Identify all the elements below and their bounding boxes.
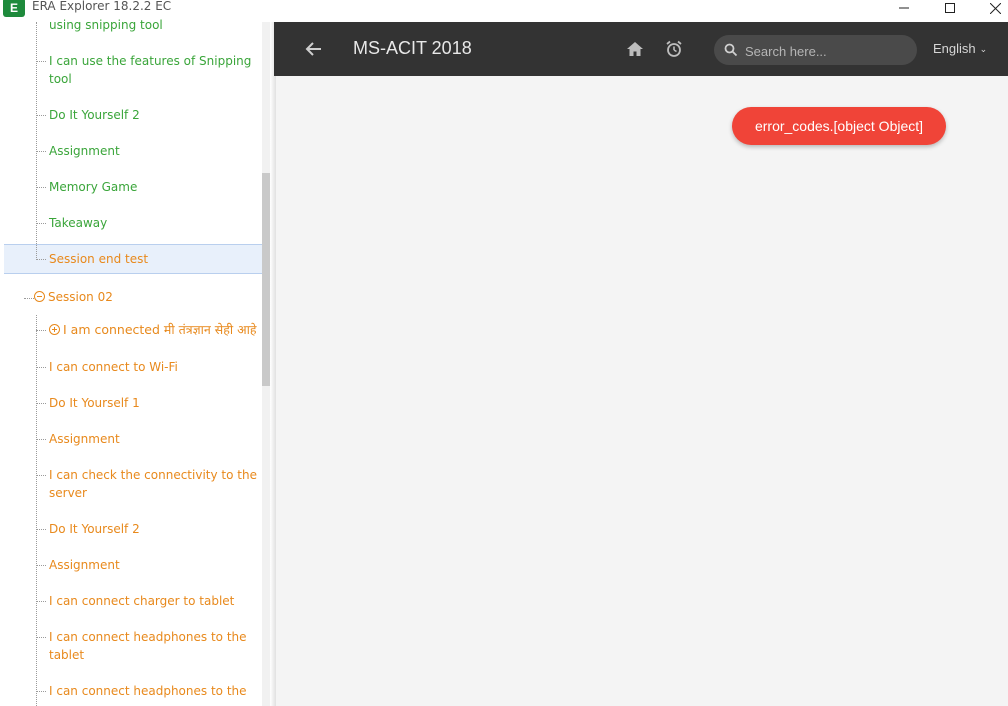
tree-connector <box>36 330 46 331</box>
back-button[interactable] <box>302 38 326 60</box>
language-label: English <box>933 41 976 56</box>
collapse-icon[interactable] <box>34 291 45 302</box>
close-icon <box>989 2 1001 14</box>
tree-item-connect-headphones[interactable]: I can connect headphones to the tablet <box>36 628 247 664</box>
tree-connector <box>36 475 46 476</box>
tree-connector <box>36 529 46 530</box>
tree-item-i-am-connected[interactable]: I am connected मी तंत्रज्ञान सेही आहे <box>36 321 256 339</box>
tree-item-assignment-2[interactable]: Assignment <box>36 430 120 448</box>
chevron-down-icon: ⌄ <box>979 44 988 55</box>
tree-item-memory-game[interactable]: Memory Game <box>36 178 137 196</box>
maximize-icon <box>945 3 955 13</box>
tree-item-connect-charger[interactable]: I can connect charger to tablet <box>36 592 234 610</box>
tree-connector <box>36 439 46 440</box>
tree-item-label: I am connected मी तंत्रज्ञान सेही आहे <box>63 322 257 337</box>
alarm-clock-icon <box>666 40 682 57</box>
main-content: error_codes.[object Object] <box>276 76 1008 706</box>
sidebar-scrollbar-thumb[interactable] <box>262 173 270 386</box>
tree-connector <box>36 601 46 602</box>
tree-item-takeaway[interactable]: Takeaway <box>36 214 107 232</box>
session-label: Session 02 <box>48 290 113 304</box>
tree-connector <box>36 61 46 62</box>
tree-item-session-end-test[interactable]: Session end test <box>36 250 148 268</box>
tree-item-check-connectivity[interactable]: I can check the connectivity to the serv… <box>36 466 257 502</box>
search-box[interactable] <box>714 35 917 65</box>
expand-icon[interactable] <box>49 324 60 335</box>
tree-connector <box>36 637 46 638</box>
window-title: ERA Explorer 18.2.2 EC <box>32 0 172 13</box>
tree-connector <box>36 367 46 368</box>
tree-item-connect-wifi[interactable]: I can connect to Wi-Fi <box>36 358 178 376</box>
tree-connector <box>36 403 46 404</box>
page-title: MS-ACIT 2018 <box>353 38 472 58</box>
tree-item-diy-2[interactable]: Do It Yourself 2 <box>36 106 140 124</box>
alarm-button[interactable] <box>664 39 684 59</box>
maximize-button[interactable] <box>927 0 973 19</box>
tree-item-assignment-3[interactable]: Assignment <box>36 556 120 574</box>
tree-guide-line <box>24 298 34 299</box>
home-button[interactable] <box>625 39 645 59</box>
tree-connector <box>36 223 46 224</box>
search-input[interactable] <box>743 40 912 62</box>
arrow-left-icon <box>305 42 321 56</box>
minimize-icon <box>899 7 909 9</box>
error-toast[interactable]: error_codes.[object Object] <box>732 107 946 145</box>
tree-item-snipping-tool[interactable]: using snipping tool <box>36 16 163 34</box>
tree-connector <box>36 565 46 566</box>
tree-item-diy-2b[interactable]: Do It Yourself 2 <box>36 520 140 538</box>
tree-connector <box>36 691 46 692</box>
tree-item-connect-headphones-2[interactable]: I can connect headphones to the <box>36 682 247 700</box>
tree-item-snipping-features[interactable]: I can use the features of Snipping tool <box>36 52 251 88</box>
close-button[interactable] <box>972 0 1008 19</box>
tree-item-assignment[interactable]: Assignment <box>36 142 120 160</box>
tree-node-session-02[interactable]: Session 02 <box>34 290 113 304</box>
tree-item-diy-1[interactable]: Do It Yourself 1 <box>36 394 140 412</box>
tree-connector <box>36 187 46 188</box>
minimize-button[interactable] <box>881 0 927 19</box>
tree-connector <box>36 115 46 116</box>
home-icon <box>627 42 643 56</box>
tree-connector <box>36 259 46 260</box>
tree-connector <box>36 151 46 152</box>
search-icon <box>724 43 738 57</box>
language-select[interactable]: English ⌄ <box>933 41 987 56</box>
app-logo-icon: E <box>3 0 25 17</box>
app-header: MS-ACIT 2018 English⌄ <box>274 22 1008 76</box>
